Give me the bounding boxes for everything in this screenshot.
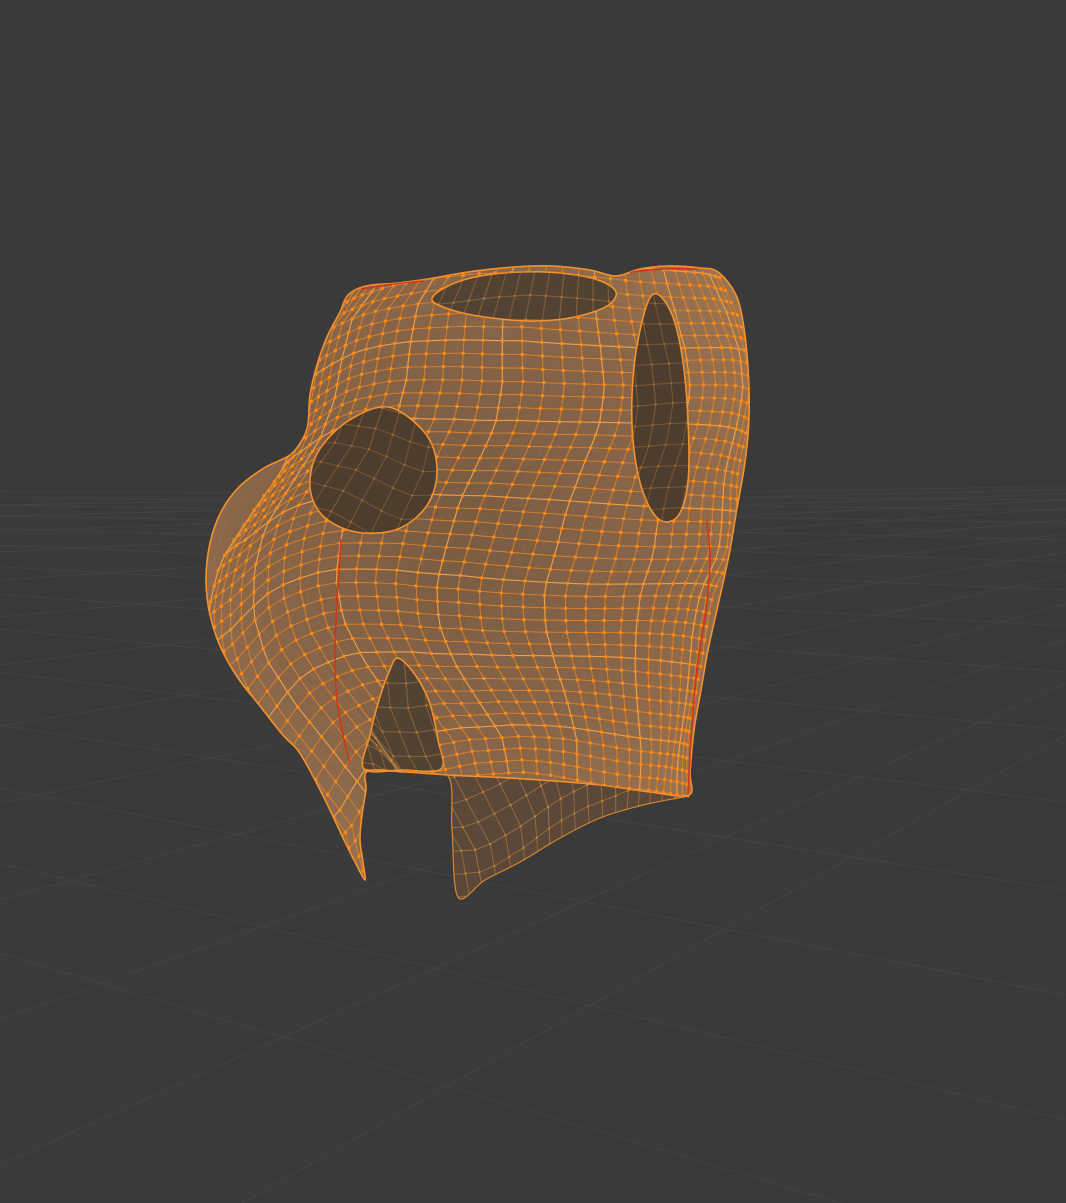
viewport-canvas [0,0,1066,1203]
viewport-3d[interactable] [0,0,1066,1203]
